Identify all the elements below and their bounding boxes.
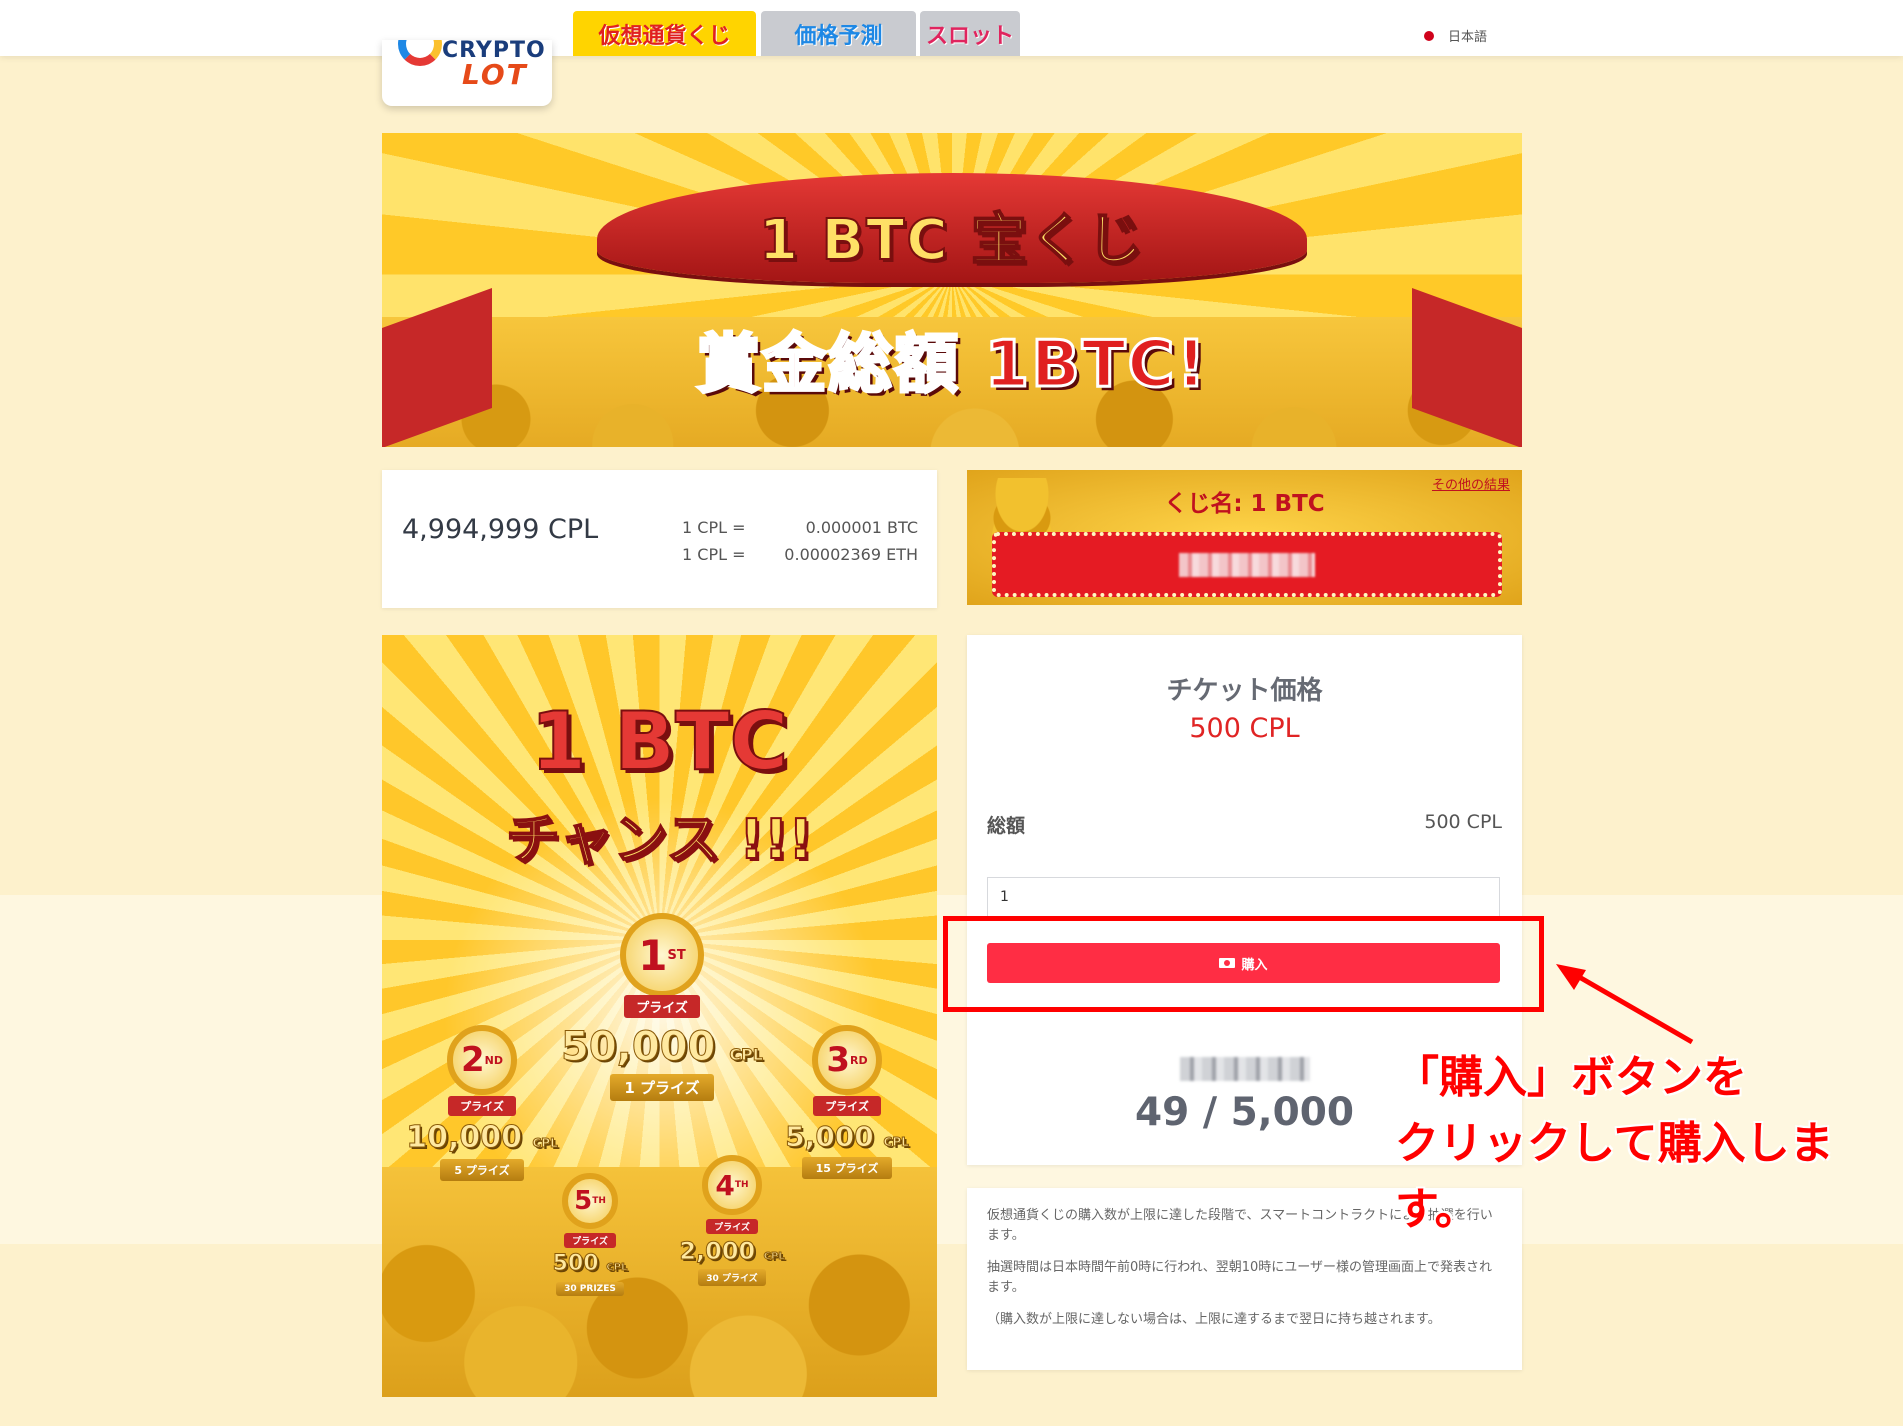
prize-amount: 10,000 CPL (406, 1120, 558, 1156)
balance-card: 4,994,999 CPL 1 CPL = 0.000001 BTC 1 CPL… (382, 470, 937, 608)
other-results-link[interactable]: その他の結果 (1432, 474, 1510, 493)
prize-count: 5 プライズ (440, 1159, 524, 1181)
annotation-line: クリックして購入します。 (1395, 1118, 1834, 1235)
laurel-wreath-icon: 2 ND (447, 1025, 517, 1095)
rate-value: 0.000001 BTC (805, 518, 918, 537)
prize-medal-2nd: 2 ND プライズ 10,000 CPL 5 プライズ (402, 1025, 562, 1181)
site-logo[interactable]: CRYPTO LOT (382, 40, 552, 106)
prize-medal-1st: 1 ST プライズ 50,000 CPL 1 プライズ (552, 913, 772, 1101)
prize-count: 15 プライズ (801, 1157, 893, 1179)
prize-ribbon: プライズ (448, 1096, 516, 1116)
prize-ribbon: プライズ (706, 1219, 758, 1234)
japan-flag-icon (1424, 30, 1434, 41)
hero-title: 1 BTC 宝くじ (758, 207, 1145, 274)
blurred-sold-label (1180, 1057, 1310, 1081)
instruction-annotation: 「購入」ボタンを クリックして購入します。 (1395, 1045, 1895, 1243)
lottery-name-card: くじ名: 1 BTC その他の結果 (967, 470, 1522, 605)
tab-price-prediction[interactable]: 価格予測 (761, 11, 916, 56)
prize-ribbon: プライズ (813, 1096, 881, 1116)
tab-slot[interactable]: スロット (920, 11, 1020, 56)
prize-poster: 1 BTC チャンス !!! 1 ST プライズ 50,000 CPL 1 プライ… (382, 635, 937, 1397)
prize-count: 30 PRIZES (556, 1282, 624, 1296)
logo-ring-icon (398, 40, 442, 66)
prize-medal-5th: 5 TH プライズ 500 CPL 30 PRIZES (530, 1173, 650, 1296)
tab-crypto-lottery[interactable]: 仮想通貨くじ (573, 11, 756, 56)
annotation-line: 「購入」ボタンを (1395, 1052, 1747, 1103)
prize-amount: 500 CPL (552, 1251, 628, 1277)
poster-title: 1 BTC (530, 694, 790, 789)
top-nav-bar: 仮想通貨くじ 価格予測 スロット 日本語 (0, 0, 1903, 56)
countdown-marquee (992, 532, 1502, 597)
prize-amount: 5,000 CPL (785, 1120, 910, 1154)
hero-banner: 1 BTC 宝くじ 賞金総額 1BTC! (382, 133, 1522, 447)
quantity-input[interactable] (987, 877, 1500, 917)
prize-ribbon: プライズ (564, 1233, 616, 1248)
logo-text-lot: LOT (462, 58, 528, 91)
pointer-arrow-icon (1556, 964, 1694, 1045)
ticket-price-value: 500 CPL (1189, 713, 1300, 744)
rate-label: 1 CPL = (682, 545, 746, 564)
laurel-wreath-icon: 3 RD (812, 1025, 882, 1095)
total-value: 500 CPL (1424, 811, 1502, 833)
prize-count: 30 プライズ (698, 1269, 766, 1286)
cpl-balance: 4,994,999 CPL (402, 514, 599, 545)
rate-label: 1 CPL = (682, 518, 746, 537)
prize-ribbon: プライズ (624, 995, 700, 1018)
rate-value: 0.00002369 ETH (784, 545, 918, 564)
laurel-wreath-icon: 4 TH (702, 1155, 762, 1215)
language-label: 日本語 (1448, 30, 1488, 45)
poster-coins-illustration (382, 1167, 937, 1397)
laurel-wreath-icon: 1 ST (620, 913, 704, 997)
prize-count: 1 プライズ (610, 1074, 714, 1101)
blurred-countdown (1179, 552, 1315, 577)
poster-subtitle: チャンス !!! (505, 807, 814, 872)
total-label: 総額 (987, 815, 1026, 837)
buy-button-highlight (943, 916, 1544, 1012)
language-selector[interactable]: 日本語 (1424, 26, 1487, 45)
hero-subtitle: 賞金総額 1BTC! (695, 327, 1208, 404)
prize-medal-4th: 4 TH プライズ 2,000 CPL 30 プライズ (667, 1155, 797, 1286)
info-paragraph: 抽選時間は日本時間午前0時に行われ、翌朝10時にユーザー様の管理画面上で発表され… (987, 1260, 1493, 1295)
prize-amount: 2,000 CPL (679, 1237, 785, 1266)
rate-row-btc: 1 CPL = 0.000001 BTC (682, 518, 918, 537)
rate-row-eth: 1 CPL = 0.00002369 ETH (682, 545, 918, 564)
info-paragraph: （購入数が上限に達しない場合は、上限に達するまで翌日に持ち越されます。 (987, 1312, 1441, 1327)
ticket-price-title: チケット価格 (1166, 676, 1323, 706)
prize-amount: 50,000 CPL (561, 1024, 764, 1071)
laurel-wreath-icon: 5 TH (562, 1173, 618, 1229)
